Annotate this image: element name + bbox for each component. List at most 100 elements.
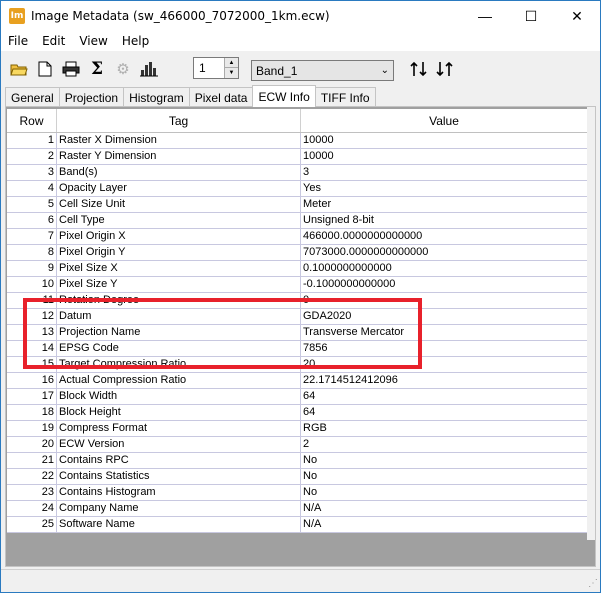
header-row[interactable]: Row (7, 109, 57, 132)
status-bar: ⋰ (1, 569, 600, 591)
maximize-button[interactable]: ☐ (508, 1, 554, 31)
tag-cell: Pixel Size Y (57, 277, 301, 292)
vertical-scrollbar[interactable] (587, 107, 595, 540)
table-row[interactable]: 11 Rotation Degree 0 (7, 293, 588, 309)
tab-projection[interactable]: Projection (58, 87, 125, 107)
menu-help[interactable]: Help (115, 34, 156, 48)
menu-file[interactable]: File (1, 34, 35, 48)
tag-cell: Company Name (57, 501, 301, 516)
table-row[interactable]: 1 Raster X Dimension 10000 (7, 133, 588, 149)
histogram-icon[interactable] (137, 57, 161, 81)
table-row[interactable]: 6 Cell Type Unsigned 8-bit (7, 213, 588, 229)
table-row[interactable]: 20 ECW Version 2 (7, 437, 588, 453)
row-number-cell: 3 (7, 165, 57, 180)
row-number-cell: 8 (7, 245, 57, 260)
table-row[interactable]: 5 Cell Size Unit Meter (7, 197, 588, 213)
row-number-cell: 24 (7, 501, 57, 516)
value-cell: No (301, 453, 588, 468)
tag-cell: Pixel Size X (57, 261, 301, 276)
sigma-statistics-icon[interactable]: Σ (85, 57, 109, 81)
value-cell: Meter (301, 197, 588, 212)
row-number-cell: 20 (7, 437, 57, 452)
table-row[interactable]: 7 Pixel Origin X 466000.0000000000000 (7, 229, 588, 245)
row-number-cell: 6 (7, 213, 57, 228)
table-row[interactable]: 24 Company Name N/A (7, 501, 588, 517)
tab-histogram[interactable]: Histogram (123, 87, 190, 107)
row-number-cell: 5 (7, 197, 57, 212)
menu-edit[interactable]: Edit (35, 34, 72, 48)
table-row[interactable]: 3 Band(s) 3 (7, 165, 588, 181)
tag-cell: Block Height (57, 405, 301, 420)
minimize-button[interactable]: — (462, 1, 508, 31)
value-cell: 64 (301, 389, 588, 404)
tag-cell: Pixel Origin Y (57, 245, 301, 260)
value-cell: 22.1714512412096 (301, 373, 588, 388)
print-icon[interactable] (59, 57, 83, 81)
sort-ascending-icon[interactable] (407, 57, 431, 81)
row-number-cell: 4 (7, 181, 57, 196)
table-row[interactable]: 15 Target Compression Ratio 20 (7, 357, 588, 373)
close-button[interactable]: ✕ (554, 1, 600, 31)
tab-general[interactable]: General (5, 87, 60, 107)
menu-view[interactable]: View (72, 34, 114, 48)
new-document-icon[interactable] (33, 57, 57, 81)
tag-cell: Target Compression Ratio (57, 357, 301, 372)
table-row[interactable]: 12 Datum GDA2020 (7, 309, 588, 325)
table-row[interactable]: 4 Opacity Layer Yes (7, 181, 588, 197)
table-row[interactable]: 22 Contains Statistics No (7, 469, 588, 485)
value-cell: Transverse Mercator (301, 325, 588, 340)
row-number-cell: 13 (7, 325, 57, 340)
table-row[interactable]: 19 Compress Format RGB (7, 421, 588, 437)
table-row[interactable]: 16 Actual Compression Ratio 22.17145124120… (7, 373, 588, 389)
row-number-cell: 21 (7, 453, 57, 468)
table-row[interactable]: 2 Raster Y Dimension 10000 (7, 149, 588, 165)
table-row[interactable]: 14 EPSG Code 7856 (7, 341, 588, 357)
table-row[interactable]: 17 Block Width 64 (7, 389, 588, 405)
tag-cell: Opacity Layer (57, 181, 301, 196)
title-bar[interactable]: Im Image Metadata (sw_466000_7072000_1km… (1, 1, 600, 31)
resize-grip-icon[interactable]: ⋰ (588, 578, 598, 589)
tag-cell: Compress Format (57, 421, 301, 436)
tab-ecw-info[interactable]: ECW Info (252, 85, 316, 107)
table-row[interactable]: 13 Projection Name Transverse Mercator (7, 325, 588, 341)
value-cell: 10000 (301, 149, 588, 164)
sort-descending-icon[interactable] (433, 57, 457, 81)
table-row[interactable]: 18 Block Height 64 (7, 405, 588, 421)
row-number-cell: 18 (7, 405, 57, 420)
table-row[interactable]: 8 Pixel Origin Y 7073000.0000000000000 (7, 245, 588, 261)
header-value[interactable]: Value (301, 109, 588, 132)
table-row[interactable]: 25 Software Name N/A (7, 517, 588, 533)
tag-cell: Contains RPC (57, 453, 301, 468)
tag-cell: Raster Y Dimension (57, 149, 301, 164)
gear-icon[interactable]: ⚙ (111, 57, 135, 81)
value-cell: 64 (301, 405, 588, 420)
table-row[interactable]: 9 Pixel Size X 0.1000000000000 (7, 261, 588, 277)
tag-cell: EPSG Code (57, 341, 301, 356)
tab-tiff-info[interactable]: TIFF Info (314, 87, 376, 107)
value-cell: N/A (301, 517, 588, 532)
header-tag[interactable]: Tag (57, 109, 301, 132)
table-row[interactable]: 10 Pixel Size Y -0.1000000000000 (7, 277, 588, 293)
chevron-down-icon: ⌄ (380, 65, 389, 76)
tag-cell: Raster X Dimension (57, 133, 301, 148)
band-select[interactable]: Band_1 ⌄ (251, 60, 394, 81)
open-folder-icon[interactable] (7, 57, 31, 81)
tag-cell: Datum (57, 309, 301, 324)
tag-cell: Band(s) (57, 165, 301, 180)
row-number-cell: 17 (7, 389, 57, 404)
table-row[interactable]: 21 Contains RPC No (7, 453, 588, 469)
row-number-cell: 15 (7, 357, 57, 372)
band-number-stepper[interactable]: 1 ▲ ▼ (193, 57, 239, 79)
row-number-cell: 1 (7, 133, 57, 148)
table-row[interactable]: 23 Contains Histogram No (7, 485, 588, 501)
value-cell: N/A (301, 501, 588, 516)
row-number-cell: 10 (7, 277, 57, 292)
tab-pixel-data[interactable]: Pixel data (188, 87, 254, 107)
value-cell: GDA2020 (301, 309, 588, 324)
grid-body: 1 Raster X Dimension 10000 2 Raster Y Dimens… (7, 133, 588, 533)
tag-cell: Rotation Degree (57, 293, 301, 308)
row-number-cell: 14 (7, 341, 57, 356)
spin-down-icon[interactable]: ▼ (225, 68, 238, 78)
app-icon: Im (9, 8, 25, 24)
spin-up-icon[interactable]: ▲ (225, 58, 238, 68)
